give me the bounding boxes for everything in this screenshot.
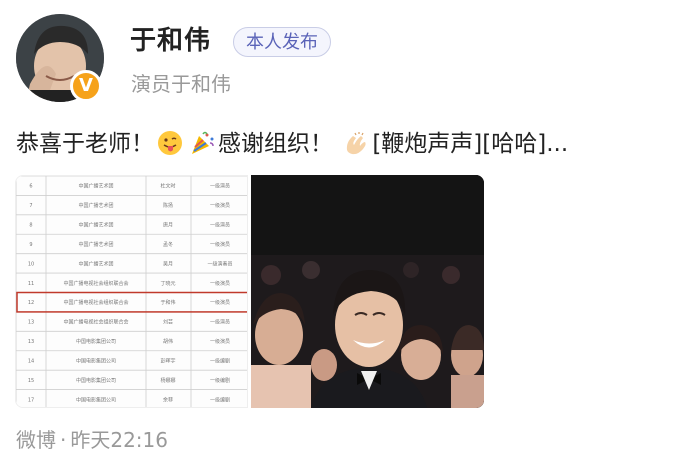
party-popper-icon — [192, 131, 214, 154]
table-cell-org: 中国电影集团公司 — [76, 396, 116, 403]
table-cell-name: 余菲 — [163, 396, 173, 403]
table-cell-no: 11 — [28, 281, 34, 287]
table-cell-no: 13 — [28, 320, 34, 326]
table-cell-level: 一级编剧 — [210, 396, 230, 403]
table-cell-no: 9 — [29, 242, 32, 248]
table-cell-org: 中国广播艺术团 — [78, 222, 113, 229]
table-cell-name: 杨娜娜 — [160, 377, 175, 384]
table-cell-org: 中国广播艺术团 — [78, 260, 113, 267]
table-cell-org: 中国广播艺术团 — [78, 202, 113, 209]
table-cell-name: 杜文时 — [160, 183, 175, 190]
table-cell-level: 一级演员 — [210, 319, 230, 326]
tongue-face-icon — [158, 131, 182, 155]
post-image-document[interactable]: 6 中国广播艺术团 杜文时 一级演员 7 中国广播艺术团 陈扬 一级演员 8 中国广播艺术团 唐月一… — [15, 175, 248, 408]
table-cell-level: 一级演奏员 — [207, 260, 232, 267]
table-cell-org: 中国电影集团公司 — [76, 357, 116, 364]
source-label[interactable]: 微博 — [16, 428, 56, 452]
user-description: 演员于和伟 — [131, 72, 231, 96]
table-cell-level: 一级演员 — [210, 183, 230, 190]
table-cell-level: 一级演员 — [210, 222, 230, 229]
table-cell-org: 中国广播艺术团 — [78, 241, 113, 248]
table-cell-level: 一级演员 — [210, 299, 230, 306]
table-cell-level: 一级编剧 — [210, 357, 230, 364]
post-text-part3: [鞭炮声声][哈哈]... — [372, 131, 569, 157]
table-cell-no: 15 — [28, 378, 34, 384]
table-cell-name: 吴月 — [163, 261, 173, 267]
audience-photo — [251, 175, 484, 408]
table-cell-no: 14 — [28, 358, 34, 364]
table-cell-no: 17 — [28, 397, 34, 403]
table-cell-name: 丁晓元 — [160, 280, 175, 287]
table-cell-name: 刘芸 — [163, 319, 173, 326]
table-cell-no: 8 — [29, 223, 32, 229]
table-cell-org: 中国广播电视社会组织联合会 — [63, 299, 128, 306]
document-table: 6 中国广播艺术团 杜文时 一级演员7 中国广播艺术团 陈扬 一级演员8 中国广播艺术团 唐月一… — [16, 176, 247, 407]
table-cell-no: 7 — [29, 203, 32, 209]
table-cell-no: 6 — [29, 184, 32, 190]
user-name[interactable]: 于和伟 — [130, 20, 211, 57]
table-cell-level: 一级演员 — [210, 280, 230, 287]
post-text: 恭喜于老师！ 感谢组织！ [鞭炮声声][哈哈]... — [16, 124, 568, 158]
post-text-part1: 恭喜于老师！ — [16, 131, 154, 157]
meta-separator: · — [60, 428, 67, 452]
clapping-hands-icon — [347, 132, 366, 155]
table-cell-name: 唐月 — [163, 222, 173, 229]
post-text-part2: 感谢组织！ — [218, 131, 333, 157]
table-cell-name: 彭晖宇 — [160, 357, 175, 364]
table-cell-no: 13 — [28, 339, 34, 345]
table-cell-org: 中国广播艺术团 — [78, 183, 113, 190]
table-cell-level: 一级编剧 — [210, 377, 230, 384]
table-cell-org: 中国电影集团公司 — [76, 377, 116, 384]
post-image-photo[interactable] — [251, 175, 484, 408]
table-cell-name: 于和伟 — [160, 299, 175, 306]
table-cell-level: 一级演员 — [210, 241, 230, 248]
table-cell-org: 中国电影集团公司 — [76, 338, 116, 345]
table-cell-no: 10 — [28, 261, 34, 267]
table-cell-name: 陈扬 — [163, 202, 173, 209]
post-time: 昨天22:16 — [70, 428, 168, 452]
table-cell-level: 一级演员 — [210, 338, 230, 345]
table-cell-name: 孟冬 — [163, 241, 173, 248]
post-meta: 微博 · 昨天22:16 — [16, 424, 172, 453]
table-cell-org: 中国广播电视社会组织联合会 — [63, 319, 128, 326]
table-cell-no: 12 — [28, 300, 34, 306]
verified-badge-icon: V — [70, 70, 102, 102]
table-cell-level: 一级演员 — [210, 202, 230, 209]
table-cell-name: 胡伟 — [163, 338, 173, 345]
self-post-badge: 本人发布 — [233, 27, 331, 57]
table-cell-org: 中国广播电视社会组织联合会 — [63, 280, 128, 287]
